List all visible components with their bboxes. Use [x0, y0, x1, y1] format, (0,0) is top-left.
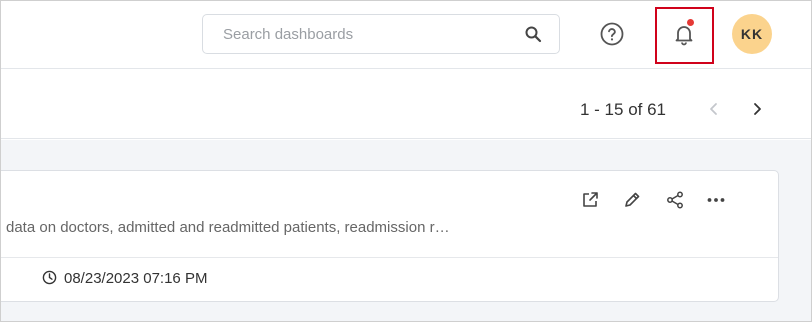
search-box[interactable] — [202, 14, 560, 54]
pagination-bar — [0, 70, 812, 139]
card-timestamp: 08/23/2023 07:16 PM — [64, 270, 208, 287]
share-icon[interactable] — [665, 190, 685, 210]
card-divider — [0, 257, 778, 258]
external-link-icon[interactable] — [580, 190, 600, 210]
search-icon[interactable] — [524, 25, 542, 43]
search-input[interactable] — [204, 16, 514, 52]
chevron-left-icon[interactable] — [707, 102, 721, 116]
more-horizontal-icon[interactable] — [706, 190, 726, 210]
help-circle-icon[interactable] — [600, 22, 624, 46]
chevron-right-icon[interactable] — [750, 102, 764, 116]
user-avatar[interactable]: KK — [732, 14, 772, 54]
card-description: data on doctors, admitted and readmitted… — [6, 219, 450, 236]
bell-icon[interactable] — [672, 22, 696, 46]
pencil-icon[interactable] — [622, 190, 642, 210]
notification-badge — [687, 19, 694, 26]
pagination-label: 1 - 15 of 61 — [580, 100, 667, 119]
clock-icon — [42, 270, 57, 285]
